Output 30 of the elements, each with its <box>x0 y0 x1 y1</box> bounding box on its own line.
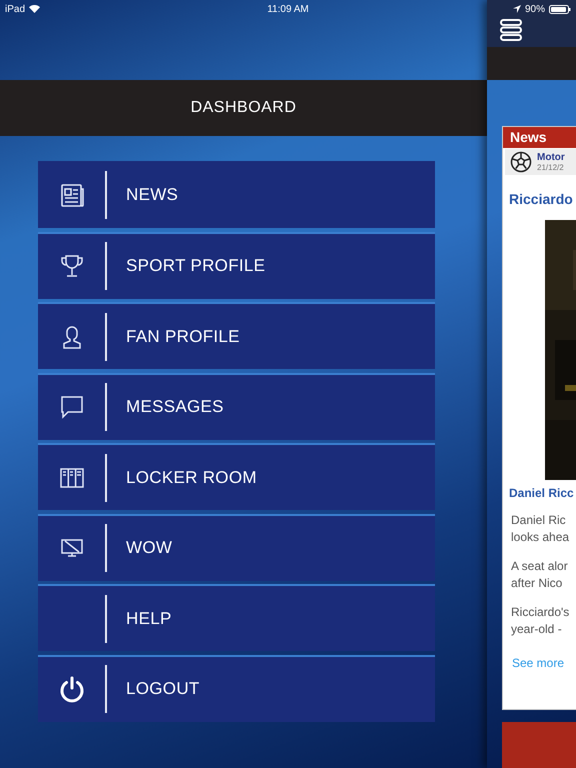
menu-item[interactable]: FAN PROFILE <box>38 302 435 369</box>
article-paragraph: Daniel Ric looks ahea <box>511 512 570 546</box>
menu-item[interactable]: SPORT PROFILE <box>38 232 435 298</box>
battery-icon <box>548 4 571 14</box>
menu-item[interactable]: LOCKER ROOM <box>38 443 435 510</box>
battery-percent: 90% <box>524 4 545 14</box>
source-name: Motor <box>537 152 565 163</box>
menu-item[interactable]: LOGOUT <box>38 654 435 722</box>
menu-icon[interactable] <box>499 19 523 41</box>
post-date: 21/12/2 <box>537 163 565 172</box>
article-paragraph: Ricciardo's year-old - <box>511 604 570 638</box>
menu-item[interactable]: MESSAGES <box>38 372 435 440</box>
clock: 11:09 AM <box>267 4 309 14</box>
menu-item[interactable]: HELP <box>38 584 435 651</box>
newspaper-icon <box>58 182 84 208</box>
photo-caption: Daniel Ricc <box>509 486 575 500</box>
news-card[interactable]: News Motor 21/12/2 Ricciardo Daniel Ricc Daniel Ric looks ahea A seat alor after Nico Ricciardo's year-old - See more <box>502 126 576 710</box>
power-icon <box>58 675 86 703</box>
news-headline[interactable]: Ricciardo <box>509 191 576 207</box>
menu-item[interactable]: NEWS <box>38 161 435 228</box>
article-paragraph: A seat alor after Nico <box>511 558 569 592</box>
news-header: News <box>503 127 576 148</box>
soccer-ball-icon <box>510 151 532 173</box>
device-name: iPad <box>5 4 26 14</box>
dashboard-title: DASHBOARD <box>190 99 296 117</box>
speech-bubble-icon <box>58 394 84 420</box>
wifi-icon <box>29 5 40 13</box>
menu-item[interactable]: WOW <box>38 514 435 580</box>
trophy-icon <box>58 253 84 279</box>
location-arrow-icon <box>512 5 521 13</box>
